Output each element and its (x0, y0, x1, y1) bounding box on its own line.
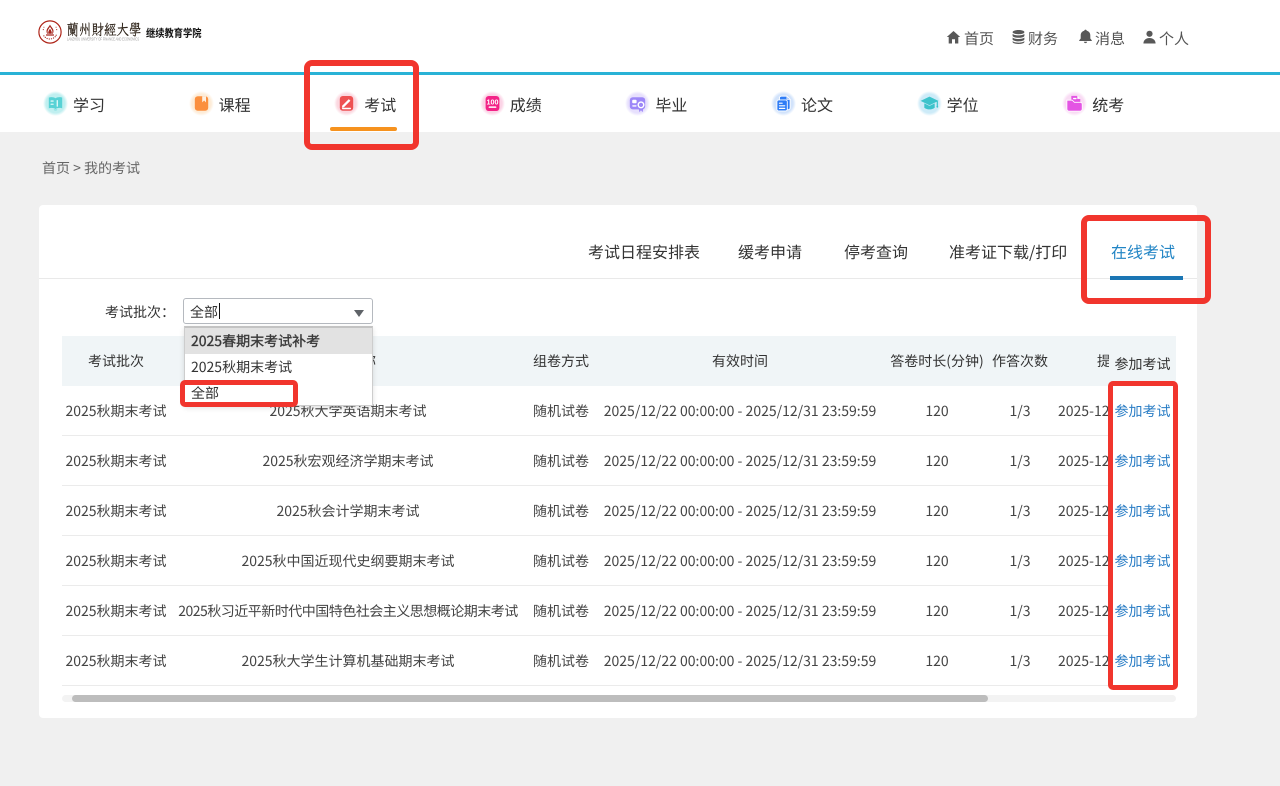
svg-text:100: 100 (486, 98, 498, 107)
